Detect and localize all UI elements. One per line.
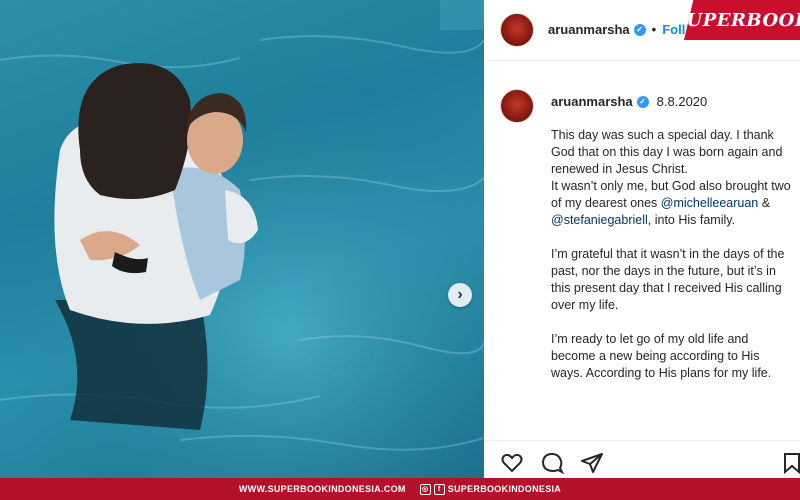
chevron-right-icon: › (457, 286, 463, 303)
next-photo-button[interactable]: › (448, 283, 472, 307)
caption-username-row: aruanmarsha ✓ 8.8.2020 (551, 94, 707, 109)
superbook-logo: SUPERBOOK (684, 0, 800, 40)
footer-social-handle: SUPERBOOKINDONESIA (447, 484, 562, 494)
caption-username[interactable]: aruanmarsha (551, 94, 633, 109)
baptism-photo-illustration (0, 0, 484, 478)
header-username-row: aruanmarsha ✓ • Foll (548, 22, 685, 37)
action-bar (484, 440, 800, 479)
caption-paragraph-2: I’m grateful that it wasn’t in the days … (551, 247, 785, 312)
caption-paragraph-3: I’m ready to let go of my old life and b… (551, 332, 772, 380)
caption-text-3: , into His family. (647, 213, 736, 227)
mention-link[interactable]: @stefaniegabriell (551, 213, 648, 227)
separator-dot: • (651, 22, 657, 37)
caption-ampersand: & (758, 196, 771, 210)
header-username[interactable]: aruanmarsha (548, 22, 630, 37)
facebook-icon: f (433, 483, 445, 495)
post-photo[interactable]: › (0, 0, 484, 478)
follow-button[interactable]: Foll (662, 22, 685, 37)
bookmark-icon[interactable] (780, 451, 800, 475)
footer-bar: WWW.SUPERBOOKINDONESIA.COM ◎ f SUPERBOOK… (0, 478, 800, 500)
verified-badge-icon: ✓ (636, 95, 649, 108)
avatar[interactable] (500, 13, 534, 47)
caption-avatar[interactable] (500, 89, 534, 123)
paper-plane-icon[interactable] (580, 451, 604, 475)
post-side-panel: aruanmarsha ✓ • Foll aruanmarsha ✓ 8.8.2… (484, 0, 800, 478)
instagram-icon: ◎ (419, 483, 431, 495)
post-date: 8.8.2020 (656, 94, 708, 109)
heart-icon[interactable] (500, 451, 524, 475)
mention-link[interactable]: @michelleearuan (661, 196, 758, 210)
caption-text-1: This day was such a special day. I thank… (551, 128, 783, 176)
post-caption: This day was such a special day. I thank… (551, 127, 791, 399)
footer-website[interactable]: WWW.SUPERBOOKINDONESIA.COM (239, 484, 406, 494)
verified-badge-icon: ✓ (633, 23, 646, 36)
footer-social[interactable]: ◎ f SUPERBOOKINDONESIA (419, 483, 562, 495)
comment-icon[interactable] (540, 451, 564, 475)
